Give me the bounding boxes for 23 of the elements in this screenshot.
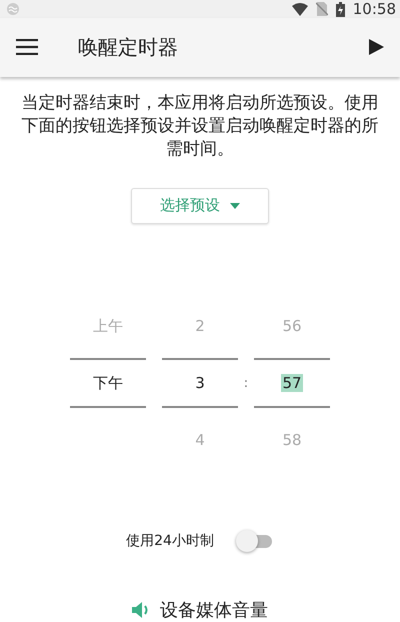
picker-value[interactable]: 4 (194, 431, 206, 449)
menu-icon[interactable] (16, 39, 38, 56)
time-separator: : (242, 376, 250, 390)
media-volume-label[interactable]: 设备媒体音量 (160, 598, 268, 622)
clock-24h-switch[interactable] (236, 530, 274, 552)
play-icon[interactable] (368, 39, 384, 56)
caret-icon (230, 202, 240, 209)
picker-selected-value[interactable]: 下午 (70, 358, 146, 408)
no-sim-icon (316, 2, 328, 16)
app-icon (6, 2, 20, 16)
speaker-icon (132, 602, 150, 618)
picker-value[interactable]: 56 (281, 317, 303, 335)
description-text: 当定时器结束时，本应用将启动所选预设。使用下面的按钮选择预设并设置启动唤醒定时器的所需时间。 (20, 90, 380, 160)
picker-selected-value[interactable]: 3 (162, 358, 238, 408)
picker-value[interactable]: 2 (194, 317, 206, 335)
picker-value[interactable]: 58 (281, 431, 303, 449)
select-preset-button[interactable]: 选择预设 (131, 188, 269, 224)
clock-24h-label: 使用24小时制 (126, 532, 214, 550)
wifi-icon (292, 2, 308, 16)
picker-selected-value[interactable]: 57 (254, 358, 330, 408)
picker-value[interactable]: 上午 (92, 316, 124, 336)
status-time: 10:58 (352, 0, 396, 18)
screen-title: 唤醒定时器 (78, 34, 179, 61)
